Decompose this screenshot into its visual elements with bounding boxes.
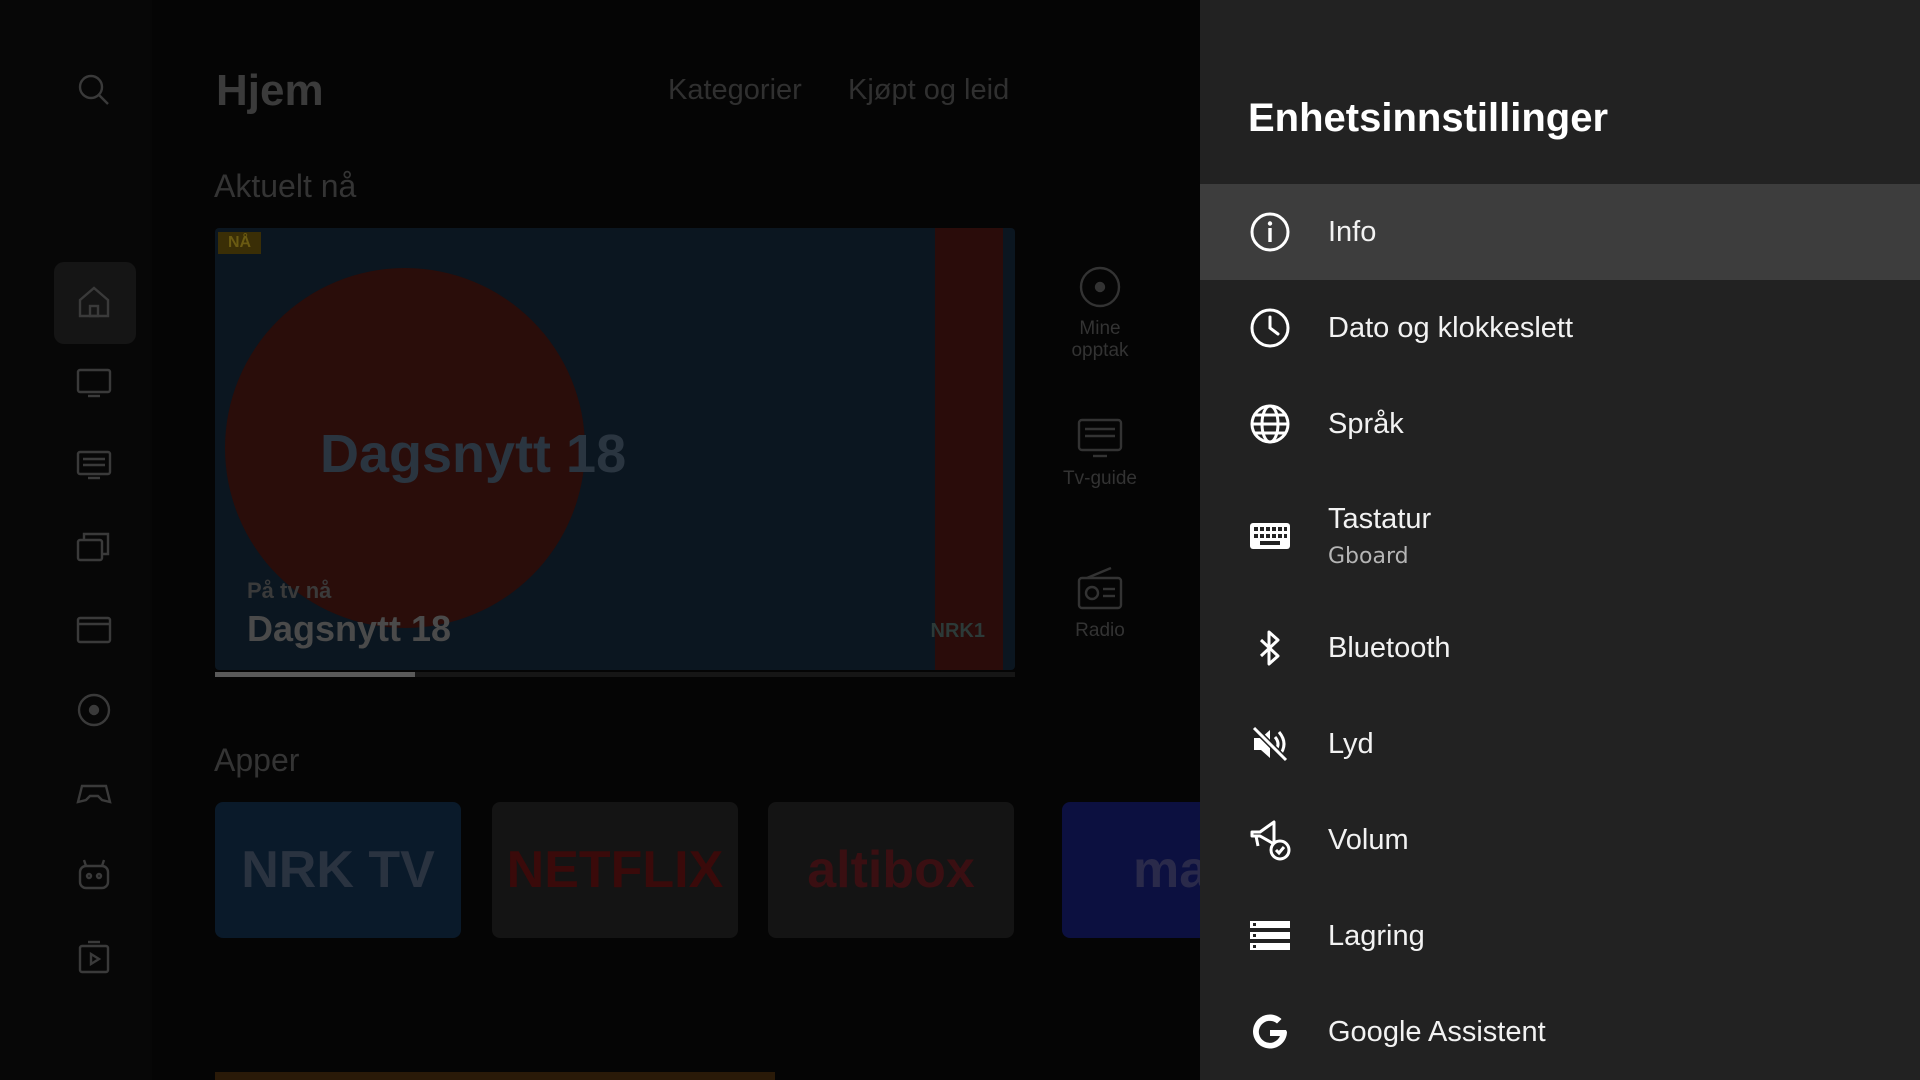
menu-item-storage[interactable]: Lagring [1200,888,1920,984]
clock-icon [1248,306,1292,350]
search-icon[interactable] [74,70,114,110]
tile-label: Tv-guide [1063,468,1137,489]
page-title: Hjem [216,66,324,115]
device-settings-panel: Enhetsinnstillinger Info Dato og klokkes… [1200,0,1920,1080]
tv-icon[interactable] [74,362,114,402]
menu-item-volume[interactable]: Volum [1200,792,1920,888]
apps-icon[interactable] [74,936,114,976]
guide-icon [1077,418,1123,458]
live-badge: NÅ [218,232,262,254]
hero-show-graphic: Dagsnytt 18 [320,424,627,484]
next-row-peek [215,1072,775,1080]
tab-bought-rented[interactable]: Kjøpt og leid [848,74,1009,107]
menu-item-label: Dato og klokkeslett [1328,311,1574,344]
menu-item-label: Lagring [1328,919,1425,952]
menu-item-label: Tastatur [1328,503,1432,535]
menu-item-info[interactable]: Info [1200,184,1920,280]
menu-item-keyboard[interactable]: Tastatur Gboard [1200,472,1920,600]
record-icon[interactable] [74,690,114,730]
keyboard-icon [1248,514,1292,558]
menu-item-language[interactable]: Språk [1200,376,1920,472]
app-tile-altibox[interactable]: altibox [768,802,1014,938]
hero-graphic-stripe [935,228,1003,670]
tile-label: Mine [1079,318,1121,339]
tile-label: Radio [1075,620,1125,641]
menu-item-label: Volum [1328,823,1409,856]
settings-menu: Info Dato og klokkeslett Språk Tastatur … [1200,184,1920,1080]
hero-progress-fill [215,672,415,677]
sound-off-icon [1248,722,1292,766]
volume-check-icon [1248,818,1292,862]
app-tile-nrk-tv[interactable]: NRK TV [215,802,461,938]
tile-my-recordings[interactable]: Mine opptak [1040,262,1160,362]
app-tile-max[interactable]: max [1062,802,1200,938]
tab-categories[interactable]: Kategorier [668,74,802,107]
side-navigation [0,0,152,1080]
menu-item-label: Info [1328,215,1377,248]
menu-item-label: Bluetooth [1328,631,1451,664]
hero-on-tv-label: På tv nå [247,578,332,603]
game-icon[interactable] [74,772,114,812]
panel-title: Enhetsinnstillinger [1248,96,1609,140]
hero-title: Dagsnytt 18 [247,608,452,649]
hero-progress-bar [215,672,1015,677]
tile-label: opptak [1071,340,1129,361]
info-icon [1248,210,1292,254]
tile-radio[interactable]: Radio [1040,564,1160,642]
section-heading-current: Aktuelt nå [214,168,357,204]
menu-item-sound[interactable]: Lyd [1200,696,1920,792]
section-heading-apps: Apper [214,742,300,778]
menu-item-label: Lyd [1328,727,1374,760]
record-icon [1079,266,1121,308]
kids-icon[interactable] [74,854,114,894]
app-tile-netflix[interactable]: NETFLIX [492,802,738,938]
radio-icon [1077,566,1123,610]
menu-item-date-time[interactable]: Dato og klokkeslett [1200,280,1920,376]
channel-logo: NRK1 [930,620,985,642]
menu-item-label: Google Assistent [1328,1015,1546,1048]
globe-icon [1248,402,1292,446]
menu-item-google-assistant[interactable]: Google Assistent [1200,984,1920,1080]
library-icon[interactable] [74,526,114,566]
home-icon[interactable] [74,282,114,322]
movie-icon[interactable] [74,608,114,648]
menu-item-bluetooth[interactable]: Bluetooth [1200,600,1920,696]
tile-tv-guide[interactable]: Tv-guide [1040,412,1160,490]
guide-icon[interactable] [74,444,114,484]
menu-item-label: Språk [1328,407,1404,440]
hero-card[interactable]: NÅ Dagsnytt 18 På tv nå Dagsnytt 18 NRK1 [215,228,1015,670]
home-screen-background: Hjem Kategorier Kjøpt og leid Aktuelt nå… [0,0,1200,1080]
google-icon [1248,1010,1292,1054]
bluetooth-icon [1248,626,1292,670]
menu-item-sublabel: Gboard [1328,544,1409,569]
storage-icon [1248,914,1292,958]
